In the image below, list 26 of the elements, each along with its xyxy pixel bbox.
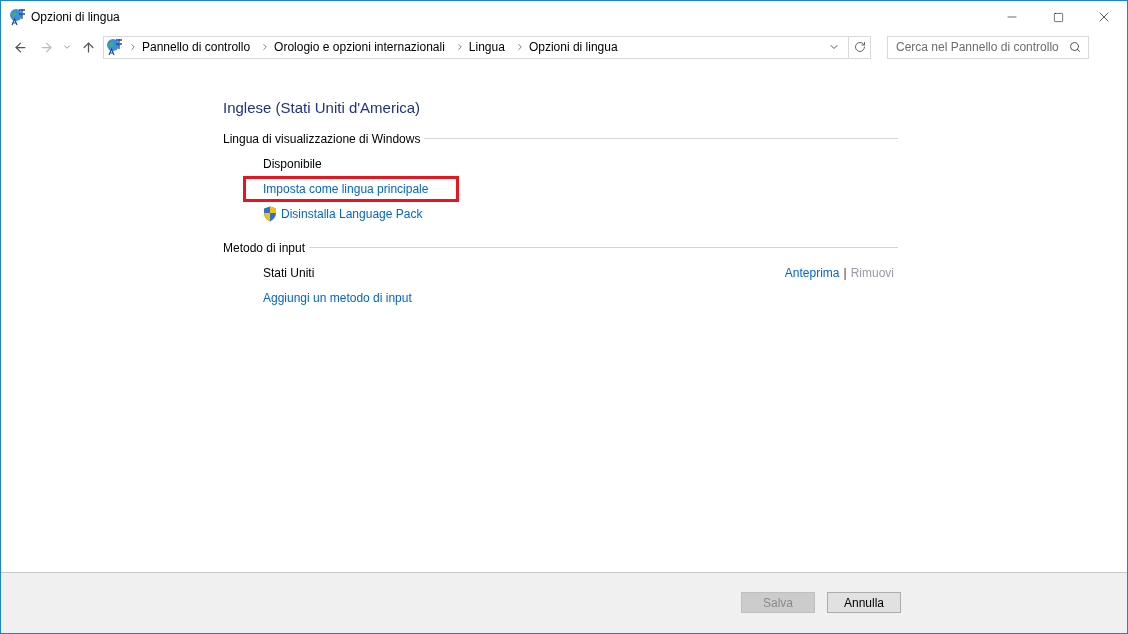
search-field[interactable]: Cerca nel Pannello di controllo [887, 35, 1089, 59]
shield-icon [263, 206, 277, 222]
page-heading: Inglese (Stati Uniti d'America) [223, 98, 422, 118]
breadcrumb[interactable]: Pannello di controllo [142, 38, 257, 56]
dialog-button[interactable]: Annulla [827, 592, 901, 613]
breadcrumb[interactable]: Orologio e opzioni internazionali [274, 38, 451, 56]
search-icon [1069, 40, 1081, 53]
action-link[interactable]: Anteprima [784, 264, 840, 282]
input-method-name: Stati Uniti [263, 265, 315, 282]
window-title: Opzioni di lingua [31, 9, 120, 26]
language-icon [9, 8, 27, 26]
status-text: Disponibile [263, 156, 322, 173]
breadcrumb[interactable]: Lingua [468, 38, 511, 56]
recent-locations-button[interactable] [61, 42, 73, 52]
breadcrumb[interactable]: Opzioni di lingua [528, 38, 624, 56]
link[interactable]: Disinstalla Language Pack [281, 205, 423, 223]
maximize-icon [1052, 11, 1064, 23]
link[interactable]: Imposta come lingua principale [263, 180, 429, 198]
address-bar[interactable]: Pannello di controllo Orologio e opzioni internazionali Lingua Opzioni di lingua [103, 35, 871, 59]
language-icon [106, 38, 124, 56]
link[interactable]: Aggiungi un metodo di input [263, 289, 412, 307]
separator: | [843, 265, 847, 282]
chevron-icon [128, 42, 138, 52]
section-title: Lingua di visualizzazione di Windows [223, 130, 421, 148]
section-title: Metodo di input [223, 239, 306, 257]
refresh-icon [853, 41, 866, 53]
